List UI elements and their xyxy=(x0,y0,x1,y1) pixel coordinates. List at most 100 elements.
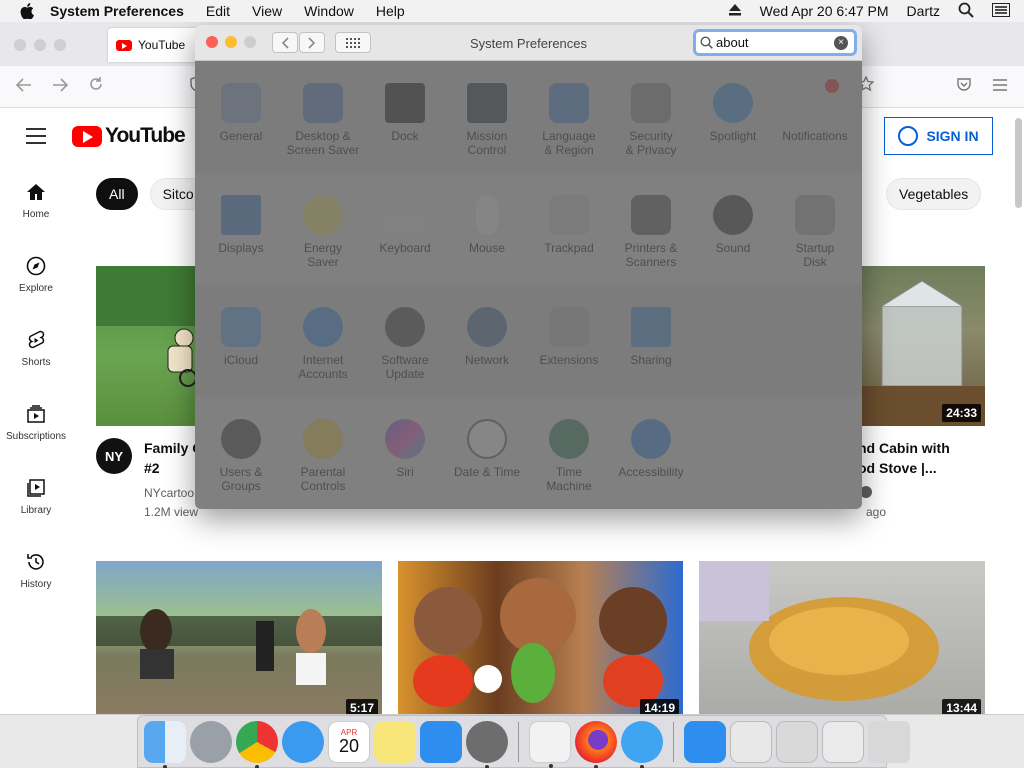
chrome-window-thumbnail-icon[interactable] xyxy=(822,720,864,763)
menu-window[interactable]: Window xyxy=(304,3,354,19)
pane-date-time[interactable]: Date & Time xyxy=(446,419,528,479)
screenshot-thumbnail-icon[interactable] xyxy=(776,720,818,763)
pane-notifications[interactable]: Notifications xyxy=(774,79,856,143)
pane-label: Saver xyxy=(307,255,339,269)
pane-icloud[interactable]: iCloud xyxy=(200,307,282,367)
pane-sound[interactable]: Sound xyxy=(692,195,774,255)
sidebar-item-library[interactable]: Library xyxy=(0,460,72,534)
app-store-icon[interactable] xyxy=(420,720,462,763)
video-thumbnail[interactable] xyxy=(96,266,206,426)
minimize-button[interactable] xyxy=(225,36,237,48)
safari-icon[interactable] xyxy=(282,720,324,763)
eject-icon[interactable] xyxy=(728,3,742,19)
pane-sharing[interactable]: Sharing xyxy=(610,307,692,367)
pane-keyboard[interactable]: Keyboard xyxy=(364,195,446,255)
back-arrow-icon[interactable] xyxy=(15,76,32,97)
trash-icon[interactable] xyxy=(868,720,910,763)
pane-dock[interactable]: Dock xyxy=(364,83,446,143)
back-button[interactable] xyxy=(272,32,298,53)
pane-siri[interactable]: Siri xyxy=(364,419,446,479)
pane-trackpad[interactable]: Trackpad xyxy=(528,195,610,255)
menu-view[interactable]: View xyxy=(252,3,282,19)
clear-search-icon[interactable]: × xyxy=(834,35,848,50)
video-thumbnail[interactable]: 13:44 xyxy=(699,561,985,714)
textedit-icon[interactable] xyxy=(529,720,571,768)
sidebar-item-subscriptions[interactable]: Subscriptions xyxy=(0,386,72,460)
video-thumbnail[interactable]: 14:19 xyxy=(398,561,683,714)
notes-icon[interactable] xyxy=(374,720,416,763)
zoom-button[interactable] xyxy=(244,36,256,48)
sign-in-button[interactable]: SIGN IN xyxy=(884,117,993,155)
control-center-icon[interactable] xyxy=(992,2,1010,20)
forward-arrow-icon[interactable] xyxy=(52,76,69,97)
channel-avatar[interactable]: NY xyxy=(96,438,132,474)
youtube-logo[interactable]: YouTube xyxy=(72,124,186,148)
messages-icon[interactable] xyxy=(621,720,663,768)
pane-label: Users & xyxy=(219,465,263,479)
speaker-icon xyxy=(713,195,753,235)
browser-menu-icon[interactable] xyxy=(992,76,1008,97)
pane-spotlight[interactable]: Spotlight xyxy=(692,83,774,143)
menu-user[interactable]: Dartz xyxy=(907,3,940,19)
finder-icon[interactable] xyxy=(144,720,186,768)
pane-startup-disk[interactable]: Startup Disk xyxy=(774,195,856,269)
pane-mission-control[interactable]: Mission Control xyxy=(446,83,528,157)
calendar-icon[interactable]: APR 20 xyxy=(328,720,370,763)
launchpad-icon[interactable] xyxy=(190,720,232,763)
show-all-button[interactable] xyxy=(335,32,371,53)
guide-menu-icon[interactable] xyxy=(26,128,46,149)
app-name-menu[interactable]: System Preferences xyxy=(50,3,184,19)
sidebar-item-explore[interactable]: Explore xyxy=(0,238,72,312)
pane-extensions[interactable]: Extensions xyxy=(528,307,610,367)
video-title-line1[interactable]: nd Cabin with xyxy=(858,438,950,458)
pane-time-machine[interactable]: Time Machine xyxy=(528,419,610,493)
browser-zoom-button[interactable] xyxy=(54,39,66,51)
menu-clock[interactable]: Wed Apr 20 6:47 PM xyxy=(760,3,889,19)
system-preferences-dock-icon[interactable] xyxy=(466,720,508,768)
pane-general[interactable]: General xyxy=(200,83,282,143)
search-input[interactable] xyxy=(716,35,816,50)
spotlight-search-icon[interactable] xyxy=(958,2,974,21)
menu-help[interactable]: Help xyxy=(376,3,405,19)
chip-vegetables[interactable]: Vegetables xyxy=(886,178,982,210)
pane-security-privacy[interactable]: Security & Privacy xyxy=(610,83,692,157)
page-scrollbar[interactable] xyxy=(1015,118,1022,208)
sysprefs-window-controls xyxy=(206,36,256,48)
pane-desktop-screen-saver[interactable]: Desktop & Screen Saver xyxy=(282,83,364,157)
video-thumbnail[interactable]: 5:17 xyxy=(96,561,382,714)
menu-edit[interactable]: Edit xyxy=(206,3,230,19)
pane-software-update[interactable]: Software Update xyxy=(364,307,446,381)
video-channel-name[interactable]: NYcartoo xyxy=(144,486,194,500)
pane-printers-scanners[interactable]: Printers & Scanners xyxy=(610,195,692,269)
sysprefs-search-field[interactable]: × xyxy=(693,29,857,56)
video-title-line2[interactable]: od Stove |... xyxy=(858,458,937,478)
pane-accessibility[interactable]: Accessibility xyxy=(610,419,692,479)
browser-tab-youtube[interactable]: YouTube xyxy=(108,28,198,62)
app-store-downloads-icon[interactable] xyxy=(684,720,726,763)
sidebar-item-shorts[interactable]: Shorts xyxy=(0,312,72,386)
candy-blob-illustration xyxy=(699,561,939,701)
firefox-icon[interactable] xyxy=(575,720,617,768)
pane-users-groups[interactable]: Users & Groups xyxy=(200,419,282,493)
close-button[interactable] xyxy=(206,36,218,48)
chrome-icon[interactable] xyxy=(236,720,278,768)
pane-network[interactable]: Network xyxy=(446,307,528,367)
document-icon[interactable] xyxy=(730,720,772,763)
forward-button[interactable] xyxy=(299,32,325,53)
pane-language-region[interactable]: Language & Region xyxy=(528,83,610,157)
video-title-line2[interactable]: #2 xyxy=(144,458,160,478)
sidebar-item-history[interactable]: History xyxy=(0,534,72,608)
sidebar-item-home[interactable]: Home xyxy=(0,164,72,238)
pane-mouse[interactable]: Mouse xyxy=(446,195,528,255)
pane-internet-accounts[interactable]: Internet Accounts xyxy=(282,307,364,381)
reload-icon[interactable] xyxy=(88,76,104,97)
pane-energy-saver[interactable]: Energy Saver xyxy=(282,195,364,269)
chip-all[interactable]: All xyxy=(96,178,138,210)
pane-displays[interactable]: Displays xyxy=(200,195,282,255)
pane-parental-controls[interactable]: Parental Controls xyxy=(282,419,364,493)
pocket-icon[interactable] xyxy=(956,76,972,97)
apple-menu-icon[interactable] xyxy=(18,2,36,20)
video-thumbnail[interactable]: 24:33 xyxy=(862,266,985,426)
browser-minimize-button[interactable] xyxy=(34,39,46,51)
browser-close-button[interactable] xyxy=(14,39,26,51)
